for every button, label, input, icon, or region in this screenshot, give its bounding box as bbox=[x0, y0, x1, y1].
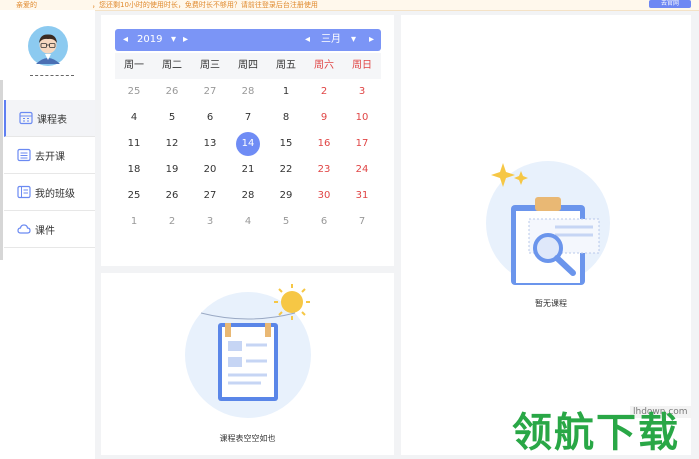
calendar-day[interactable]: 6 bbox=[191, 105, 229, 131]
sidebar-item-start-class[interactable]: 去开课 bbox=[4, 137, 95, 174]
calendar-day[interactable]: 7 bbox=[229, 105, 267, 131]
calendar-day[interactable]: 31 bbox=[343, 183, 381, 209]
calendar-icon bbox=[19, 111, 33, 125]
calendar-day[interactable]: 13 bbox=[191, 131, 229, 157]
calendar-day[interactable]: 25 bbox=[115, 79, 153, 105]
calendar-day[interactable]: 28 bbox=[229, 183, 267, 209]
year-select[interactable]: 2019 bbox=[137, 29, 162, 51]
sidebar-item-label: 课程表 bbox=[37, 115, 67, 126]
calendar-day[interactable]: 3 bbox=[191, 209, 229, 235]
calendar-day[interactable]: 20 bbox=[191, 157, 229, 183]
weekday-label: 周日 bbox=[352, 60, 372, 71]
no-course-illustration bbox=[486, 161, 610, 285]
calendar-day[interactable]: 5 bbox=[267, 209, 305, 235]
calendar-panel: ◂ 2019 ▾ ▸ ◂ 三月 ▾ ▸ 周一 周二 周三 周四 周五 周六 周日 25 26 2… bbox=[101, 15, 394, 266]
weekday-label: 周一 bbox=[124, 60, 144, 71]
weekday-label: 周三 bbox=[200, 60, 220, 71]
calendar-day[interactable]: 1 bbox=[267, 79, 305, 105]
username-placeholder bbox=[30, 71, 74, 76]
calendar-day[interactable]: 4 bbox=[115, 105, 153, 131]
calendar-day[interactable]: 25 bbox=[115, 183, 153, 209]
avatar[interactable] bbox=[28, 26, 68, 66]
no-course-text: 暂无课程 bbox=[535, 299, 567, 308]
calendar-day[interactable]: 12 bbox=[153, 131, 191, 157]
calendar-day[interactable]: 19 bbox=[153, 157, 191, 183]
calendar-day[interactable]: 27 bbox=[191, 79, 229, 105]
calendar-day[interactable]: 18 bbox=[115, 157, 153, 183]
calendar-day[interactable]: 28 bbox=[229, 79, 267, 105]
course-table-panel: 课程表空空如也 bbox=[101, 273, 394, 455]
weekday-label: 周六 bbox=[314, 60, 334, 71]
prev-year-button[interactable]: ◂ bbox=[123, 29, 128, 51]
weekday-label: 周二 bbox=[162, 60, 182, 71]
class-icon bbox=[17, 185, 31, 199]
sidebar-item-courseware[interactable]: 课件 bbox=[4, 211, 95, 248]
course-list-panel: 暂无课程 bbox=[401, 15, 691, 455]
calendar-day[interactable]: 15 bbox=[267, 131, 305, 157]
sidebar: 课程表 去开课 我的班级 课件 bbox=[0, 10, 95, 459]
calendar-day[interactable]: 29 bbox=[267, 183, 305, 209]
empty-schedule-illustration bbox=[185, 284, 311, 418]
calendar-day[interactable]: 1 bbox=[115, 209, 153, 235]
go-website-button[interactable]: 去官网 bbox=[649, 0, 691, 8]
calendar-day[interactable]: 9 bbox=[305, 105, 343, 131]
calendar-day[interactable]: 5 bbox=[153, 105, 191, 131]
calendar-day[interactable]: 4 bbox=[229, 209, 267, 235]
list-icon bbox=[17, 148, 31, 162]
weekday-label: 周五 bbox=[276, 60, 296, 71]
calendar-day[interactable]: 2 bbox=[305, 79, 343, 105]
calendar-day[interactable]: 6 bbox=[305, 209, 343, 235]
sidebar-item-label: 去开课 bbox=[35, 152, 65, 163]
calendar-day[interactable]: 22 bbox=[267, 157, 305, 183]
weekday-header: 周一 周二 周三 周四 周五 周六 周日 bbox=[115, 53, 381, 79]
month-select[interactable]: 三月 bbox=[321, 29, 341, 51]
notice-bar: 亲爱的 ，您还剩10小时的使用时长，免费时长不够用？请前往登录后台注册使用 去官… bbox=[0, 0, 699, 11]
weekday-label: 周四 bbox=[238, 60, 258, 71]
calendar-day[interactable]: 3 bbox=[343, 79, 381, 105]
calendar-day[interactable]: 26 bbox=[153, 183, 191, 209]
calendar-day[interactable]: 10 bbox=[343, 105, 381, 131]
calendar-day[interactable]: 16 bbox=[305, 131, 343, 157]
calendar-day[interactable]: 21 bbox=[229, 157, 267, 183]
cloud-icon bbox=[17, 224, 31, 234]
next-month-button[interactable]: ▸ bbox=[369, 29, 374, 51]
calendar-day[interactable]: 30 bbox=[305, 183, 343, 209]
sidebar-menu: 课程表 去开课 我的班级 课件 bbox=[4, 100, 95, 248]
calendar-day[interactable]: 23 bbox=[305, 157, 343, 183]
selected-day[interactable]: 14 bbox=[229, 131, 267, 157]
year-dropdown-icon[interactable]: ▾ bbox=[171, 29, 176, 51]
calendar-day[interactable]: 26 bbox=[153, 79, 191, 105]
sidebar-edge bbox=[0, 80, 3, 260]
calendar-day[interactable]: 8 bbox=[267, 105, 305, 131]
prev-month-button[interactable]: ◂ bbox=[305, 29, 310, 51]
calendar-day[interactable]: 17 bbox=[343, 131, 381, 157]
sidebar-item-label: 课件 bbox=[35, 226, 55, 237]
sidebar-item-schedule[interactable]: 课程表 bbox=[4, 100, 95, 137]
next-year-button[interactable]: ▸ bbox=[183, 29, 188, 51]
calendar-day[interactable]: 11 bbox=[115, 131, 153, 157]
calendar-day[interactable]: 2 bbox=[153, 209, 191, 235]
calendar-header: ◂ 2019 ▾ ▸ ◂ 三月 ▾ ▸ bbox=[115, 29, 381, 51]
calendar-day[interactable]: 7 bbox=[343, 209, 381, 235]
calendar-day[interactable]: 27 bbox=[191, 183, 229, 209]
notice-greeting: 亲爱的 bbox=[16, 1, 37, 9]
empty-schedule-text: 课程表空空如也 bbox=[219, 434, 276, 443]
calendar-day[interactable]: 24 bbox=[343, 157, 381, 183]
watermark-brand: 领航下载 bbox=[512, 410, 680, 456]
notice-text: ，您还剩10小时的使用时长，免费时长不够用？请前往登录后台注册使用 bbox=[92, 1, 318, 9]
month-dropdown-icon[interactable]: ▾ bbox=[351, 29, 356, 51]
sidebar-item-label: 我的班级 bbox=[35, 189, 75, 200]
sidebar-item-my-class[interactable]: 我的班级 bbox=[4, 174, 95, 211]
